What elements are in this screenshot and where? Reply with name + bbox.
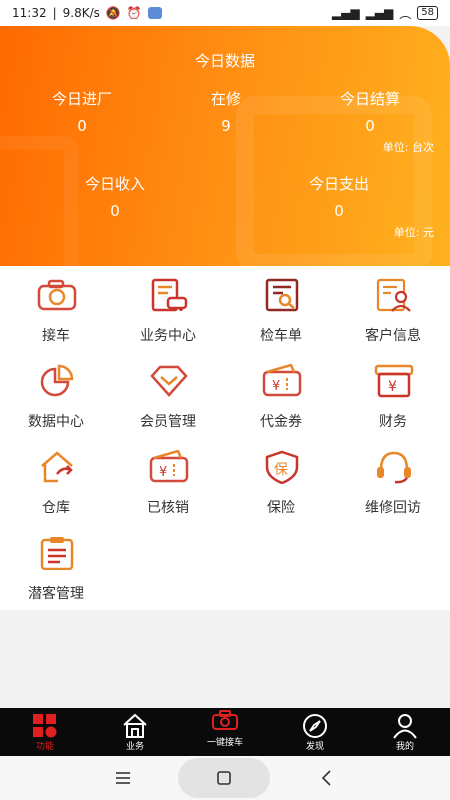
nav-item-mine[interactable]: 我的 <box>360 708 450 756</box>
grid-item-insurance[interactable]: 保 保险 <box>225 438 337 524</box>
bottom-nav: 功能 业务 一键接车 发现 我的 <box>0 708 450 756</box>
unit-label-yuan: 单位: 元 <box>393 226 434 239</box>
wifi-icon: ︵ <box>399 6 412 21</box>
clipboard-icon <box>40 537 74 570</box>
home-button-icon[interactable] <box>216 756 232 800</box>
business-icon <box>151 278 188 312</box>
grid-item-voucher[interactable]: ¥ 代金券 <box>225 352 337 438</box>
diamond-icon <box>150 365 188 397</box>
system-nav-bar <box>0 756 450 800</box>
stat-today-in[interactable]: 今日进厂 0 <box>30 88 134 135</box>
network-speed: 9.8K/s <box>62 6 100 20</box>
svg-text:¥: ¥ <box>272 379 280 394</box>
grid-item-inspection[interactable]: 检车单 <box>225 266 337 352</box>
nav-item-business[interactable]: 业务 <box>90 708 180 756</box>
grid-item-verified[interactable]: ¥ 已核销 <box>112 438 224 524</box>
signal-icon: ▂▄▆ <box>331 6 360 20</box>
stat-in-repair[interactable]: 在修 9 <box>174 88 278 135</box>
grid-item-member-management[interactable]: 会员管理 <box>112 352 224 438</box>
grid-item-prospect-management[interactable]: 潜客管理 <box>0 524 112 610</box>
battery-icon: 58 <box>417 6 438 20</box>
alarm-icon: ⏰ <box>126 6 142 20</box>
status-bar: 11:32 | 9.8K/s 🔕 ⏰ ▂▄▆ ▂▄▆ ︵ 58 <box>0 0 450 26</box>
grid-icon <box>33 714 57 738</box>
status-time: 11:32 <box>12 6 47 20</box>
camera-icon <box>212 710 238 730</box>
finance-icon: ¥ <box>374 364 414 398</box>
grid-item-business-center[interactable]: 业务中心 <box>112 266 224 352</box>
home-icon <box>123 713 147 738</box>
camera-icon <box>37 279 77 311</box>
stat-today-income[interactable]: 今日收入 0 <box>60 173 170 220</box>
grid-item-finance[interactable]: ¥ 财务 <box>337 352 449 438</box>
unit-label-vehicles: 单位: 台次 <box>382 141 434 154</box>
grid-item-warehouse[interactable]: 仓库 <box>0 438 112 524</box>
mute-icon: 🔕 <box>105 6 121 20</box>
grid-item-data-center[interactable]: 数据中心 <box>0 352 112 438</box>
back-icon[interactable] <box>320 756 334 800</box>
svg-text:保: 保 <box>274 462 288 478</box>
menu-icon[interactable] <box>115 756 131 800</box>
customer-icon <box>376 278 411 312</box>
grid-item-pickup[interactable]: 接车 <box>0 266 112 352</box>
function-grid: 接车 业务中心 检车单 客户信息 数据中心 会员管理 ¥ 代金券 ¥ 财务 仓库… <box>0 266 450 610</box>
pie-chart-icon <box>40 364 74 397</box>
headset-icon <box>377 451 411 484</box>
svg-text:¥: ¥ <box>159 465 167 480</box>
voucher-icon: ¥ <box>262 364 302 397</box>
nav-item-discover[interactable]: 发现 <box>270 708 360 756</box>
inspection-icon <box>265 278 299 312</box>
stat-today-expense[interactable]: 今日支出 0 <box>284 173 394 220</box>
stat-today-settled[interactable]: 今日结算 0 <box>318 88 422 135</box>
signal-icon-2: ▂▄▆ <box>365 6 394 20</box>
grid-item-customer-info[interactable]: 客户信息 <box>337 266 449 352</box>
user-icon <box>393 714 417 739</box>
svg-text:¥: ¥ <box>388 379 397 395</box>
nav-item-functions[interactable]: 功能 <box>0 708 90 756</box>
insurance-icon: 保 <box>265 450 299 484</box>
grid-item-repair-followup[interactable]: 维修回访 <box>337 438 449 524</box>
today-data-panel: 今日数据 今日进厂 0 在修 9 今日结算 0 单位: 台次 今日收入 0 今日… <box>0 26 450 266</box>
warehouse-icon <box>41 451 73 483</box>
app-notification-icon <box>147 7 162 19</box>
panel-title: 今日数据 <box>194 52 255 70</box>
compass-icon <box>303 714 327 738</box>
verified-voucher-icon: ¥ <box>149 450 189 483</box>
nav-item-quick-pickup[interactable]: 一键接车 <box>180 708 270 756</box>
